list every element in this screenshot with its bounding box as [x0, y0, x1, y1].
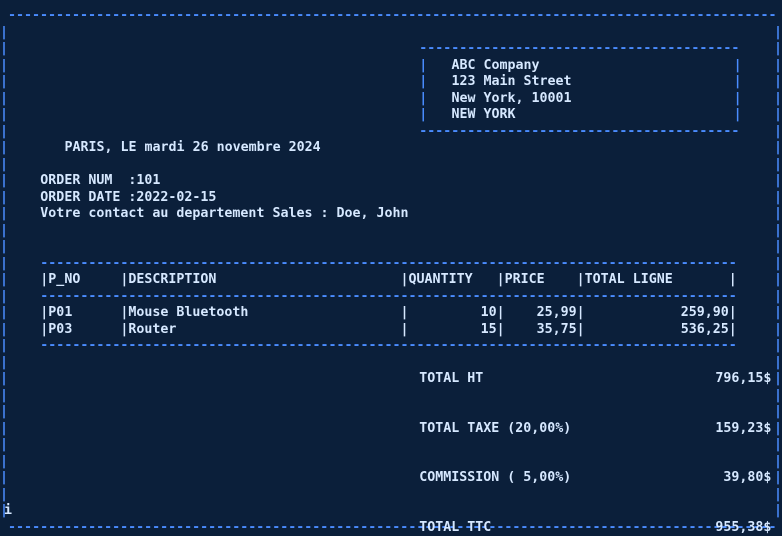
outer-frame-top: ----------------------------------------…: [0, 8, 777, 25]
outer-frame-left: |: [0, 421, 8, 438]
outer-frame-right: |: [774, 371, 782, 388]
table-header-rule: ----------------------------------------…: [40, 289, 736, 306]
outer-frame-left: |: [0, 470, 8, 487]
outer-frame-left: |: [0, 256, 8, 273]
outer-frame-right: |: [774, 437, 782, 454]
sales-contact: Votre contact au departement Sales : Doe…: [40, 206, 408, 223]
table-top-rule: ----------------------------------------…: [40, 256, 736, 273]
place-date-line: PARIS, LE mardi 26 novembre 2024: [64, 140, 320, 157]
outer-frame-left: |: [0, 223, 8, 240]
outer-frame-left: |: [0, 322, 8, 339]
table-row: |P01 |Mouse Bluetooth | 10| 25,99| 259,9…: [40, 305, 736, 322]
outer-frame-left: |: [0, 289, 8, 306]
address-box-right: |: [734, 107, 742, 124]
outer-frame-left: |: [0, 107, 8, 124]
outer-frame-right: |: [774, 338, 782, 355]
outer-frame-right: |: [774, 157, 782, 174]
outer-frame-left: |: [0, 487, 8, 504]
outer-frame-left: |: [0, 206, 8, 223]
outer-frame-left: |: [0, 41, 8, 58]
address-box-left: |: [419, 91, 427, 108]
company-street: 123 Main Street: [451, 74, 571, 91]
company-name: ABC Company: [451, 58, 539, 75]
outer-frame-right: |: [774, 25, 782, 42]
total-value: 159,23$: [419, 421, 771, 438]
outer-frame-left: |: [0, 404, 8, 421]
total-value: 955,38$: [419, 520, 771, 536]
outer-frame-right: |: [774, 173, 782, 190]
table-row: |P03 |Router | 15| 35,75| 536,25|: [40, 322, 736, 339]
outer-frame-left: |: [0, 338, 8, 355]
outer-frame-left: |: [0, 140, 8, 157]
total-value: 39,80$: [419, 470, 771, 487]
outer-frame-left: |: [0, 272, 8, 289]
outer-frame-left: |: [0, 74, 8, 91]
outer-frame-right: |: [774, 322, 782, 339]
address-box-left: |: [419, 107, 427, 124]
outer-frame-right: |: [774, 140, 782, 157]
outer-frame-left: |: [0, 173, 8, 190]
outer-frame-right: |: [774, 223, 782, 240]
outer-frame-left: |: [0, 454, 8, 471]
address-box-right: |: [734, 58, 742, 75]
outer-frame-right: |: [774, 41, 782, 58]
outer-frame-left: |: [0, 91, 8, 108]
terminal-window[interactable]: ----------------------------------------…: [0, 0, 782, 519]
outer-frame-right: |: [774, 190, 782, 207]
outer-frame-right: |: [774, 470, 782, 487]
text-cursor: i: [4, 503, 12, 519]
outer-frame-right: |: [774, 74, 782, 91]
outer-frame-left: |: [0, 371, 8, 388]
address-box-top: ----------------------------------------: [419, 41, 739, 58]
outer-frame-right: |: [774, 289, 782, 306]
outer-frame-right: |: [774, 421, 782, 438]
outer-frame-right: |: [774, 272, 782, 289]
outer-frame-right: |: [774, 404, 782, 421]
company-city: New York, 10001: [451, 91, 571, 108]
outer-frame-left: |: [0, 190, 8, 207]
company-state: NEW YORK: [451, 107, 515, 124]
outer-frame-left: |: [0, 388, 8, 405]
outer-frame-right: |: [774, 388, 782, 405]
outer-frame-right: |: [774, 58, 782, 75]
outer-frame-right: |: [774, 124, 782, 141]
order-num: ORDER NUM :101: [40, 173, 160, 190]
outer-frame-left: |: [0, 157, 8, 174]
outer-frame-right: |: [774, 454, 782, 471]
outer-frame-right: |: [774, 503, 782, 520]
outer-frame-right: |: [774, 239, 782, 256]
order-date: ORDER DATE :2022-02-15: [40, 190, 216, 207]
address-box-left: |: [419, 74, 427, 91]
outer-frame-left: |: [0, 437, 8, 454]
outer-frame-right: |: [774, 256, 782, 273]
outer-frame-right: |: [774, 305, 782, 322]
outer-frame-left: |: [0, 305, 8, 322]
address-box-right: |: [734, 74, 742, 91]
outer-frame-right: |: [774, 91, 782, 108]
address-box-right: |: [734, 91, 742, 108]
address-box-bottom: ----------------------------------------: [419, 124, 739, 141]
address-box-left: |: [419, 58, 427, 75]
outer-frame-left: |: [0, 355, 8, 372]
outer-frame-right: |: [774, 107, 782, 124]
outer-frame-left: |: [0, 25, 8, 42]
outer-frame-right: |: [774, 487, 782, 504]
outer-frame-right: |: [774, 206, 782, 223]
outer-frame-left: |: [0, 124, 8, 141]
outer-frame-left: |: [0, 58, 8, 75]
outer-frame-left: |: [0, 239, 8, 256]
total-value: 796,15$: [419, 371, 771, 388]
outer-frame-right: |: [774, 355, 782, 372]
table-bottom-rule: ----------------------------------------…: [40, 338, 736, 355]
table-header-row: |P_NO |DESCRIPTION |QUANTITY |PRICE |TOT…: [40, 272, 736, 289]
